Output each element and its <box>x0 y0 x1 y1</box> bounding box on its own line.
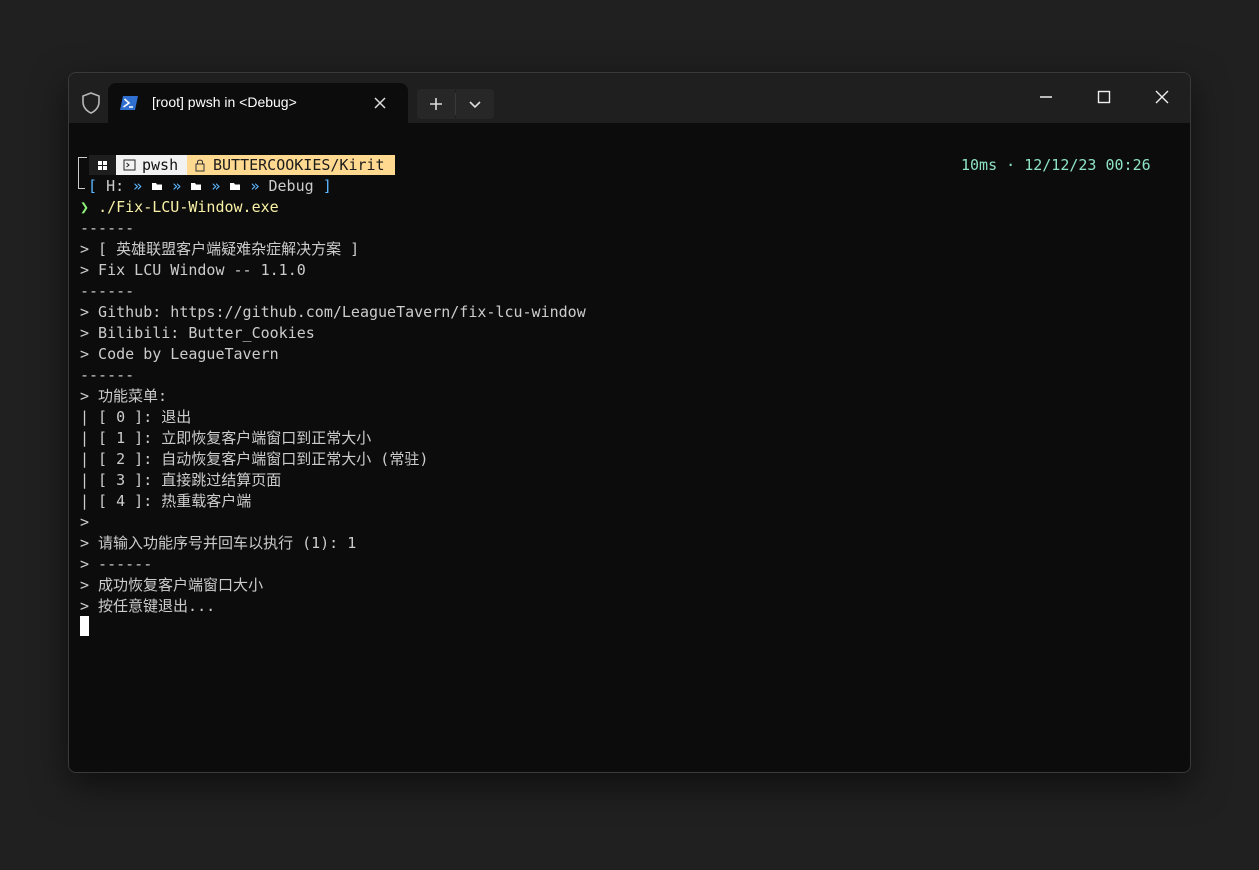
tab-title: [root] pwsh in <Debug> <box>152 94 297 110</box>
plus-icon <box>430 98 442 110</box>
user-host: BUTTERCOOKIES/Kirit <box>213 156 385 174</box>
close-icon[interactable] <box>372 95 388 111</box>
lock-icon <box>195 159 205 172</box>
user-segment: BUTTERCOOKIES/Kirit <box>187 155 395 175</box>
windows-icon <box>98 161 107 170</box>
timing-status: 10ms · 12/12/23 00:26 <box>961 156 1151 174</box>
output-line: ------ <box>80 366 135 384</box>
prompt-bracket-bottom <box>78 181 85 189</box>
current-folder: Debug <box>268 177 314 195</box>
shell-name: pwsh <box>142 156 179 174</box>
folder-icon <box>230 183 241 190</box>
terminal-window: [root] pwsh in <Debug> pwsh BUTTERCOOKIE… <box>68 72 1191 773</box>
minimize-icon <box>1040 96 1052 98</box>
path-separator: » <box>211 177 221 195</box>
output-line: > Code by LeagueTavern <box>80 345 279 363</box>
close-window-button[interactable] <box>1139 81 1185 113</box>
maximize-icon <box>1097 90 1111 104</box>
output-line: > Github: https://github.com/LeagueTaver… <box>80 303 586 321</box>
folder-icon <box>191 183 202 190</box>
path-line: [ H: » » » » Debug ] <box>88 176 332 197</box>
output-line: | [ 3 ]: 直接跳过结算页面 <box>80 471 282 489</box>
path-separator: » <box>250 177 260 195</box>
minimize-button[interactable] <box>1023 81 1069 113</box>
shell-segment: pwsh <box>116 155 187 175</box>
prompt-bracket-top <box>78 157 87 182</box>
output-line: | [ 4 ]: 热重载客户端 <box>80 492 252 510</box>
tab-terminal[interactable]: [root] pwsh in <Debug> <box>108 83 408 123</box>
path-open-bracket: [ <box>88 177 98 195</box>
title-bar[interactable]: [root] pwsh in <Debug> <box>69 73 1190 123</box>
output-line: > 按任意键退出... <box>80 597 216 615</box>
new-tab-button[interactable] <box>417 89 455 119</box>
output-line: | [ 2 ]: 自动恢复客户端窗口到正常大小 (常驻) <box>80 450 429 468</box>
output-line: > 请输入功能序号并回车以执行 (1): 1 <box>80 534 357 552</box>
drive-label: H: <box>106 177 125 195</box>
output-line: > <box>80 513 90 531</box>
tab-dropdown-button[interactable] <box>456 89 494 119</box>
shield-icon <box>82 92 100 114</box>
output-line: > 功能菜单: <box>80 387 168 405</box>
output-line: | [ 0 ]: 退出 <box>80 408 192 426</box>
powershell-icon <box>120 96 138 110</box>
terminal-icon <box>123 159 136 171</box>
command-text: ./Fix-LCU-Window.exe <box>98 198 279 216</box>
close-icon <box>1155 90 1169 104</box>
command-line: ❯ ./Fix-LCU-Window.exe <box>80 197 279 218</box>
output-line: > [ 英雄联盟客户端疑难杂症解决方案 ] <box>80 240 360 258</box>
output-line: ------ <box>80 219 135 237</box>
path-separator: » <box>133 177 143 195</box>
terminal-output[interactable]: pwsh BUTTERCOOKIES/Kirit 10ms · 12/12/23… <box>69 123 1190 772</box>
output-line: > Fix LCU Window -- 1.1.0 <box>80 261 306 279</box>
maximize-button[interactable] <box>1081 81 1127 113</box>
output-line: > Bilibili: Butter_Cookies <box>80 324 315 342</box>
prompt-arrow-icon: ❯ <box>80 198 90 216</box>
output-line: ------ <box>80 282 135 300</box>
output-line: | [ 1 ]: 立即恢复客户端窗口到正常大小 <box>80 429 372 447</box>
text-cursor <box>80 616 89 636</box>
path-close-bracket: ] <box>322 177 332 195</box>
path-separator: » <box>172 177 182 195</box>
output-line: > ------ <box>80 555 153 573</box>
folder-icon <box>152 183 163 190</box>
output-line: > 成功恢复客户端窗口大小 <box>80 576 264 594</box>
chevron-down-icon <box>469 101 481 109</box>
os-segment <box>89 155 116 175</box>
